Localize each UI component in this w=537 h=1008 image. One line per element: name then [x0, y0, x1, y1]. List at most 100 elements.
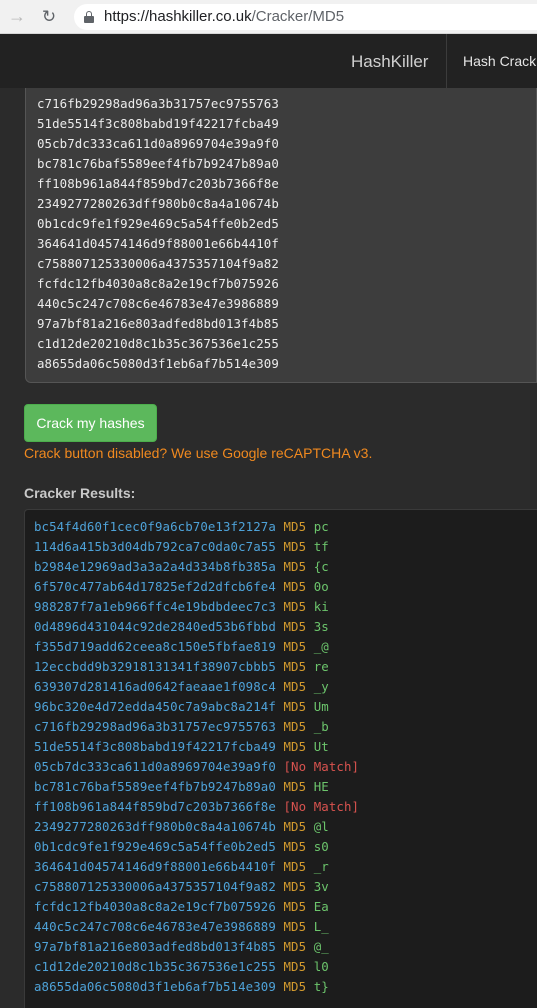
- result-hash: bc54f4d60f1cec0f9a6cb70e13f2127a: [34, 519, 276, 534]
- hash-input-textarea[interactable]: 96bc320e4d72edda450c7a9abc8a214f c716fb2…: [25, 88, 537, 383]
- result-row: fcfdc12fb4030a8c8a2e19cf7b075926 MD5 Ea: [34, 899, 329, 914]
- result-type: MD5: [283, 599, 307, 614]
- result-row: c716fb29298ad96a3b31757ec9755763 MD5 _b: [34, 719, 329, 734]
- browser-toolbar: → ↻ https://hashkiller.co.uk/Cracker/MD5: [0, 0, 537, 34]
- result-row: 12eccbdd9b32918131341f38907cbbb5 MD5 re: [34, 659, 329, 674]
- cracker-results-panel: bc54f4d60f1cec0f9a6cb70e13f2127a MD5 pc 1…: [24, 509, 537, 1008]
- result-hash: 2349277280263dff980b0c8a4a10674b: [34, 819, 276, 834]
- result-row: 364641d04574146d9f88001e66b4410f MD5 _r: [34, 859, 329, 874]
- result-hash: 96bc320e4d72edda450c7a9abc8a214f: [34, 699, 276, 714]
- result-plaintext: l0: [313, 959, 329, 974]
- result-plaintext: HE: [313, 779, 329, 794]
- result-row: 51de5514f3c808babd19f42217fcba49 MD5 Ut: [34, 739, 329, 754]
- result-plaintext: L_: [313, 919, 329, 934]
- result-plaintext: re: [313, 659, 329, 674]
- result-row: 2349277280263dff980b0c8a4a10674b MD5 @l: [34, 819, 329, 834]
- hash-line: c758807125330006a4375357104f9a82: [37, 256, 279, 271]
- result-row: 97a7bf81a216e803adfed8bd013f4b85 MD5 @_: [34, 939, 329, 954]
- hash-line: bc781c76baf5589eef4fb7b9247b89a0: [37, 156, 279, 171]
- result-hash: 114d6a415b3d04db792ca7c0da0c7a55: [34, 539, 276, 554]
- result-hash: a8655da06c5080d3f1eb6af7b514e309: [34, 979, 276, 994]
- result-row: ff108b961a844f859bd7c203b7366f8e [No Mat…: [34, 799, 359, 814]
- result-hash: 988287f7a1eb966ffc4e19bdbdeec7c3: [34, 599, 276, 614]
- nav-link-hash-crack[interactable]: Hash Crack: [463, 53, 536, 69]
- result-plaintext: Ut: [313, 739, 329, 754]
- result-type: MD5: [283, 639, 307, 654]
- hash-line: c716fb29298ad96a3b31757ec9755763: [37, 96, 279, 111]
- captcha-note: Crack button disabled? We use Google reC…: [24, 445, 373, 461]
- result-row: 05cb7dc333ca611d0a8969704e39a9f0 [No Mat…: [34, 759, 359, 774]
- result-plaintext: Um: [313, 699, 329, 714]
- result-hash: fcfdc12fb4030a8c8a2e19cf7b075926: [34, 899, 276, 914]
- result-hash: f355d719add62ceea8c150e5fbfae819: [34, 639, 276, 654]
- url-host: hashkiller.co.uk: [149, 8, 252, 25]
- crack-my-hashes-button[interactable]: Crack my hashes: [24, 404, 157, 442]
- result-hash: 0b1cdc9fe1f929e469c5a54ffe0b2ed5: [34, 839, 276, 854]
- result-row: 988287f7a1eb966ffc4e19bdbdeec7c3 MD5 ki: [34, 599, 329, 614]
- hash-line: 2349277280263dff980b0c8a4a10674b: [37, 196, 279, 211]
- result-row: 0b1cdc9fe1f929e469c5a54ffe0b2ed5 MD5 s0: [34, 839, 329, 854]
- result-plaintext: _y: [313, 679, 329, 694]
- result-hash: 364641d04574146d9f88001e66b4410f: [34, 859, 276, 874]
- result-no-match: [No Match]: [283, 759, 360, 774]
- result-hash: 97a7bf81a216e803adfed8bd013f4b85: [34, 939, 276, 954]
- result-row: bc54f4d60f1cec0f9a6cb70e13f2127a MD5 pc: [34, 519, 329, 534]
- result-type: MD5: [283, 699, 307, 714]
- result-type: MD5: [283, 579, 307, 594]
- result-plaintext: 3s: [313, 619, 329, 634]
- address-bar[interactable]: https://hashkiller.co.uk/Cracker/MD5: [74, 3, 537, 30]
- result-hash: 639307d281416ad0642faeaae1f098c4: [34, 679, 276, 694]
- result-plaintext: _b: [313, 719, 329, 734]
- result-row: c758807125330006a4375357104f9a82 MD5 3v: [34, 879, 329, 894]
- result-type: MD5: [283, 679, 307, 694]
- result-hash: bc781c76baf5589eef4fb7b9247b89a0: [34, 779, 276, 794]
- result-hash: c1d12de20210d8c1b35c367536e1c255: [34, 959, 276, 974]
- result-type: MD5: [283, 659, 307, 674]
- hash-line: 440c5c247c708c6e46783e47e3986889: [37, 296, 279, 311]
- site-header: HashKiller Hash Crack: [0, 34, 537, 88]
- result-type: MD5: [283, 859, 307, 874]
- hash-line: ff108b961a844f859bd7c203b7366f8e: [37, 176, 279, 191]
- result-row: 96bc320e4d72edda450c7a9abc8a214f MD5 Um: [34, 699, 329, 714]
- site-brand[interactable]: HashKiller: [351, 52, 428, 72]
- result-plaintext: tf: [313, 539, 329, 554]
- result-type: MD5: [283, 739, 307, 754]
- hash-line: 97a7bf81a216e803adfed8bd013f4b85: [37, 316, 279, 331]
- result-hash: b2984e12969ad3a3a2a4d334b8fb385a: [34, 559, 276, 574]
- hash-line: 0b1cdc9fe1f929e469c5a54ffe0b2ed5: [37, 216, 279, 231]
- results-label: Cracker Results:: [24, 485, 136, 501]
- reload-icon[interactable]: ↻: [38, 6, 60, 28]
- result-row: bc781c76baf5589eef4fb7b9247b89a0 MD5 HE: [34, 779, 329, 794]
- result-type: MD5: [283, 539, 307, 554]
- result-hash: c758807125330006a4375357104f9a82: [34, 879, 276, 894]
- result-plaintext: _@: [313, 639, 329, 654]
- result-row: 6f570c477ab64d17825ef2d2dfcb6fe4 MD5 0o: [34, 579, 329, 594]
- result-row: 0d4896d431044c92de2840ed53b6fbbd MD5 3s: [34, 619, 329, 634]
- result-row: 114d6a415b3d04db792ca7c0da0c7a55 MD5 tf: [34, 539, 329, 554]
- url-path: /Cracker/MD5: [251, 8, 345, 25]
- result-type: MD5: [283, 559, 307, 574]
- result-hash: 12eccbdd9b32918131341f38907cbbb5: [34, 659, 276, 674]
- hash-line: 364641d04574146d9f88001e66b4410f: [37, 236, 279, 251]
- lock-icon: [84, 10, 94, 23]
- back-arrow-icon[interactable]: →: [6, 6, 28, 28]
- result-row: f355d719add62ceea8c150e5fbfae819 MD5 _@: [34, 639, 329, 654]
- result-plaintext: t}: [313, 979, 329, 994]
- result-plaintext: {c: [313, 559, 329, 574]
- result-type: MD5: [283, 899, 307, 914]
- result-hash: 440c5c247c708c6e46783e47e3986889: [34, 919, 276, 934]
- result-type: MD5: [283, 519, 307, 534]
- result-type: MD5: [283, 959, 307, 974]
- result-hash: ff108b961a844f859bd7c203b7366f8e: [34, 799, 276, 814]
- result-hash: 6f570c477ab64d17825ef2d2dfcb6fe4: [34, 579, 276, 594]
- result-hash: 0d4896d431044c92de2840ed53b6fbbd: [34, 619, 276, 634]
- result-plaintext: @l: [313, 819, 329, 834]
- hash-line: fcfdc12fb4030a8c8a2e19cf7b075926: [37, 276, 279, 291]
- result-no-match: [No Match]: [283, 799, 360, 814]
- result-plaintext: s0: [313, 839, 329, 854]
- result-plaintext: _r: [313, 859, 329, 874]
- result-type: MD5: [283, 719, 307, 734]
- result-plaintext: ki: [313, 599, 329, 614]
- result-row: 639307d281416ad0642faeaae1f098c4 MD5 _y: [34, 679, 329, 694]
- result-type: MD5: [283, 779, 307, 794]
